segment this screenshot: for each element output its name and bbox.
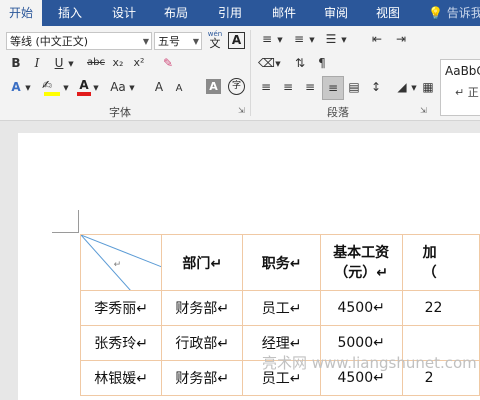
margin-corner-mark xyxy=(52,210,79,233)
cell-department[interactable]: 财务部↵ xyxy=(161,360,244,396)
show-marks-icon[interactable]: ¶ xyxy=(314,54,330,72)
align-left-icon[interactable]: ≡ xyxy=(258,78,274,96)
character-shading-button[interactable]: A xyxy=(206,79,221,94)
strikethrough-button[interactable]: abc xyxy=(84,54,108,72)
chevron-down-icon[interactable]: ▼ xyxy=(24,79,32,97)
group-divider xyxy=(250,30,251,116)
paragraph-dialog-launcher-icon[interactable]: ⇲ xyxy=(420,106,427,115)
cell-name[interactable]: 李秀丽↵ xyxy=(79,290,163,326)
bullets-icon[interactable]: ≡ xyxy=(258,30,276,48)
align-right-icon[interactable]: ≡ xyxy=(302,78,318,96)
font-size-select[interactable]: 五号 ▼ xyxy=(154,32,202,50)
chevron-down-icon[interactable]: ▼ xyxy=(340,31,348,49)
line-spacing-icon[interactable]: ↕ xyxy=(368,78,384,96)
distributed-icon[interactable]: ▤ xyxy=(346,78,362,96)
header-extra-line1: 加 xyxy=(422,244,437,261)
cell-position[interactable]: 员工↵ xyxy=(242,290,321,326)
phonetic-guide-button[interactable]: wén 文 xyxy=(205,30,225,52)
font-dialog-launcher-icon[interactable]: ⇲ xyxy=(238,106,245,115)
highlighter-icon: ✍ xyxy=(42,78,53,92)
tab-insert[interactable]: 插入 xyxy=(48,0,92,26)
cell-department[interactable]: 财务部↵ xyxy=(161,290,244,326)
header-extra-line2: （ xyxy=(422,264,437,281)
header-position[interactable]: 职务↵ xyxy=(242,234,321,291)
ribbon-tab-bar: 开始 插入 设计 布局 引用 邮件 审阅 视图 💡 告诉我 xyxy=(0,0,480,26)
cell-extra[interactable]: 22 xyxy=(401,290,480,326)
table-row: 李秀丽↵ 财务部↵ 员工↵ 4500↵ 22 xyxy=(79,290,480,326)
tab-mailings[interactable]: 邮件 xyxy=(262,0,306,26)
font-group-label: 字体 xyxy=(109,106,131,119)
multilevel-list-icon[interactable]: ☰ xyxy=(322,30,340,48)
diagonal-header-cell[interactable]: ↵ xyxy=(79,234,163,291)
chevron-down-icon[interactable]: ▼ xyxy=(308,31,316,49)
chevron-down-icon[interactable]: ▼ xyxy=(128,79,136,97)
increase-indent-icon[interactable]: ⇥ xyxy=(392,30,410,48)
subscript-button[interactable]: x₂ xyxy=(110,54,126,72)
tell-me-label: 告诉我 xyxy=(446,6,480,20)
chevron-down-icon[interactable]: ▼ xyxy=(276,31,284,49)
shrink-font-button[interactable]: A xyxy=(172,80,186,98)
decrease-indent-icon[interactable]: ⇤ xyxy=(368,30,386,48)
lightbulb-icon: 💡 xyxy=(428,6,443,20)
highlight-swatch xyxy=(44,92,60,96)
tab-references[interactable]: 引用 xyxy=(208,0,252,26)
diagonal-line xyxy=(81,235,161,290)
shading-icon[interactable]: ◢ xyxy=(394,78,410,96)
change-case-button[interactable]: Aa xyxy=(108,78,128,96)
highlight-color-button[interactable]: ✍ xyxy=(42,78,62,96)
chevron-down-icon: ▼ xyxy=(192,37,199,46)
tab-layout[interactable]: 布局 xyxy=(154,0,198,26)
style-name: ↵ 正 xyxy=(455,86,479,99)
text-effects-button[interactable]: A xyxy=(8,78,24,96)
header-department[interactable]: 部门↵ xyxy=(161,234,244,291)
chevron-down-icon[interactable]: ▼ xyxy=(274,55,282,73)
tab-view[interactable]: 视图 xyxy=(366,0,410,26)
tell-me-box[interactable]: 💡 告诉我 xyxy=(428,0,480,26)
font-color-letter: A xyxy=(79,78,89,92)
bold-button[interactable]: B xyxy=(8,54,24,72)
chevron-down-icon: ▼ xyxy=(142,37,149,46)
borders-icon[interactable]: ▦ xyxy=(420,78,436,96)
chevron-down-icon[interactable]: ▼ xyxy=(92,79,100,97)
phonetic-guide-char: 文 xyxy=(209,37,221,50)
superscript-button[interactable]: x² xyxy=(131,54,147,72)
tab-review[interactable]: 审阅 xyxy=(314,0,358,26)
cell-name[interactable]: 林银媛↵ xyxy=(79,360,163,396)
header-base-salary-line1: 基本工资 xyxy=(333,244,390,261)
italic-button[interactable]: I xyxy=(30,54,44,72)
font-color-swatch xyxy=(77,92,91,96)
clear-formatting-icon[interactable]: ✎ xyxy=(160,54,176,72)
chevron-down-icon[interactable]: ▼ xyxy=(62,79,70,97)
style-sample: AaBbC xyxy=(445,64,480,78)
chinese-layout-icon[interactable]: ⌫ xyxy=(258,54,275,72)
styles-gallery[interactable]: AaBbC ↵ 正 xyxy=(440,59,480,116)
cell-name[interactable]: 张秀玲↵ xyxy=(79,325,163,361)
underline-button[interactable]: U xyxy=(52,54,66,72)
cell-salary[interactable]: 4500↵ xyxy=(319,290,403,326)
font-family-select[interactable]: 等线 (中文正文) ▼ xyxy=(6,32,152,50)
header-extra[interactable]: 加 （ xyxy=(401,234,480,291)
tab-design[interactable]: 设计 xyxy=(102,0,146,26)
watermark-text: 亮术网 www.liangshunet.com xyxy=(262,354,477,372)
align-center-icon[interactable]: ≡ xyxy=(280,78,296,96)
header-base-salary-line2: （元）↵ xyxy=(334,264,389,281)
chevron-down-icon[interactable]: ▼ xyxy=(410,79,418,97)
paragraph-group-label: 段落 xyxy=(327,106,349,119)
chevron-down-icon[interactable]: ▼ xyxy=(67,55,75,73)
table-header-row: ↵ 部门↵ 职务↵ 基本工资 （元）↵ 加 （ xyxy=(79,234,480,291)
grow-font-button[interactable]: A xyxy=(152,78,166,96)
numbering-icon[interactable]: ≡ xyxy=(290,30,308,48)
enclose-characters-button[interactable]: 字 xyxy=(228,78,245,95)
font-family-value: 等线 (中文正文) xyxy=(10,35,89,48)
character-border-button[interactable]: A xyxy=(228,32,245,49)
font-color-button[interactable]: A xyxy=(76,78,92,96)
font-size-value: 五号 xyxy=(158,35,180,48)
tab-home[interactable]: 开始 xyxy=(0,0,42,26)
cell-department[interactable]: 行政部↵ xyxy=(161,325,244,361)
ribbon: 等线 (中文正文) ▼ 五号 ▼ wén 文 A B I U ▼ abc x₂ … xyxy=(0,26,480,121)
header-base-salary[interactable]: 基本工资 （元）↵ xyxy=(319,234,403,291)
justify-icon[interactable]: ≡ xyxy=(322,76,344,100)
sort-icon[interactable]: ⇅ xyxy=(292,54,308,72)
